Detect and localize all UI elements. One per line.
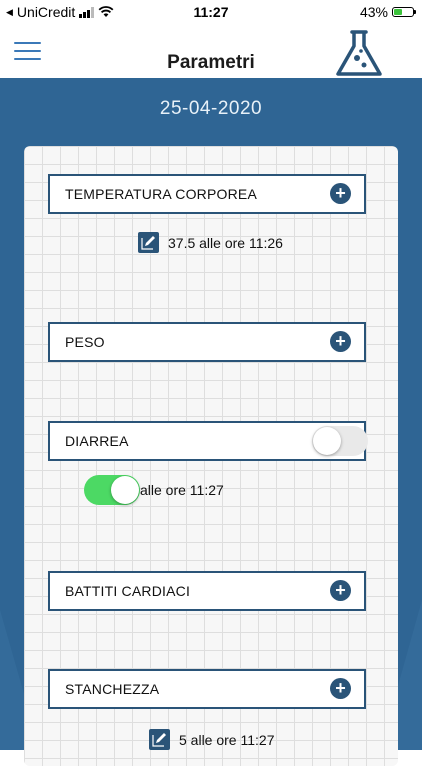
param-label: STANCHEZZA [65, 681, 160, 697]
param-battiti-cardiaci[interactable]: BATTITI CARDIACI + [48, 571, 366, 611]
flask-icon [336, 30, 382, 76]
entry-stanchezza: 5 alle ore 11:27 [149, 729, 274, 750]
add-battiti-button[interactable]: + [330, 580, 351, 601]
entry-temperatura: 37.5 alle ore 11:26 [138, 232, 283, 253]
param-label: DIARREA [65, 433, 129, 449]
parameters-card: TEMPERATURA CORPOREA + 37.5 alle ore 11:… [24, 146, 398, 766]
param-label: BATTITI CARDIACI [65, 583, 191, 599]
entry-diarrea-toggle[interactable] [84, 475, 140, 505]
param-diarrea[interactable]: DIARREA [48, 421, 368, 461]
status-bar: ◀ UniCredit 11:27 43% [0, 0, 422, 26]
param-peso[interactable]: PESO + [48, 322, 366, 362]
param-temperatura-corporea[interactable]: TEMPERATURA CORPOREA + [48, 174, 366, 214]
param-stanchezza[interactable]: STANCHEZZA + [48, 669, 366, 709]
entry-value: 37.5 alle ore 11:26 [168, 234, 283, 251]
param-label: PESO [65, 334, 105, 350]
add-stanchezza-button[interactable]: + [330, 678, 351, 699]
battery-info: 43% [359, 4, 416, 20]
param-label: TEMPERATURA CORPOREA [65, 186, 257, 202]
edit-icon[interactable] [149, 729, 170, 750]
battery-percent: 43% [359, 4, 388, 20]
add-temperatura-button[interactable]: + [330, 183, 351, 204]
entry-value: alle ore 11:27 [140, 482, 224, 498]
entry-diarrea: alle ore 11:27 [84, 475, 224, 505]
status-time: 11:27 [193, 4, 229, 20]
battery-icon [392, 7, 416, 17]
entry-value: 5 alle ore 11:27 [179, 731, 275, 748]
nav-bar: Parametri [0, 26, 422, 78]
edit-icon[interactable] [138, 232, 159, 253]
date-label: 25-04-2020 [159, 98, 263, 119]
add-peso-button[interactable]: + [330, 331, 351, 352]
diarrea-toggle[interactable] [312, 426, 368, 456]
